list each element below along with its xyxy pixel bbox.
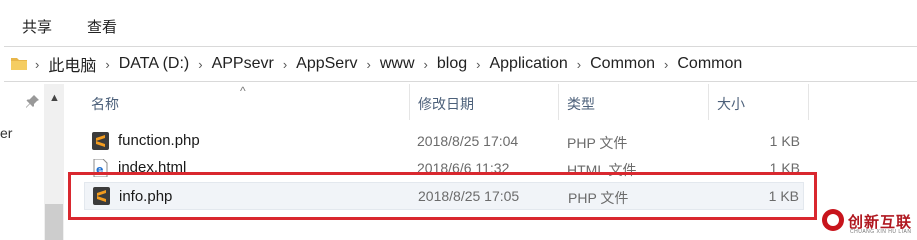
watermark-logo: 创新互联 CHUANG XIN HU LIAN — [820, 203, 917, 240]
file-type: PHP 文件 — [567, 135, 628, 151]
column-divider[interactable] — [708, 84, 709, 120]
watermark-subtext: CHUANG XIN HU LIAN — [850, 229, 912, 235]
breadcrumb-appserv[interactable]: AppServ — [296, 55, 357, 73]
scroll-up-icon[interactable]: ▲ — [49, 92, 60, 104]
nav-item-label[interactable]: er — [0, 125, 12, 141]
chevron-right-icon[interactable]: › — [283, 57, 287, 72]
nav-pane-scrollbar[interactable]: ▲ — [44, 84, 64, 240]
breadcrumb-blog[interactable]: blog — [437, 55, 467, 73]
ribbon: 共享 查看 — [0, 0, 917, 44]
file-name: function.php — [118, 132, 200, 149]
chevron-right-icon[interactable]: › — [35, 57, 39, 72]
address-bar[interactable]: › 此电脑 › DATA (D:) › APPsevr › AppServ › … — [4, 46, 917, 82]
breadcrumb-this-pc[interactable]: 此电脑 — [48, 52, 96, 76]
breadcrumb-www[interactable]: www — [380, 55, 415, 73]
chevron-right-icon[interactable]: › — [424, 57, 428, 72]
column-divider[interactable] — [808, 84, 809, 120]
pin-icon[interactable] — [26, 94, 40, 108]
tab-view[interactable]: 查看 — [87, 16, 117, 37]
breadcrumb-application[interactable]: Application — [489, 55, 567, 73]
file-row[interactable]: function.php 2018/8/25 17:04 PHP 文件 1 KB — [84, 128, 804, 154]
chevron-right-icon[interactable]: › — [577, 57, 581, 72]
column-header-name[interactable]: 名称 — [91, 94, 119, 114]
sort-up-icon: ^ — [240, 84, 246, 98]
breadcrumb-common-current[interactable]: Common — [677, 55, 742, 73]
chevron-right-icon[interactable]: › — [476, 57, 480, 72]
scrollbar-thumb[interactable] — [45, 204, 63, 240]
column-header-size[interactable]: 大小 — [717, 94, 745, 114]
breadcrumb: › 此电脑 › DATA (D:) › APPsevr › AppServ › … — [26, 47, 742, 81]
chevron-right-icon[interactable]: › — [664, 57, 668, 72]
chevron-right-icon[interactable]: › — [367, 57, 371, 72]
tab-share[interactable]: 共享 — [22, 16, 52, 37]
breadcrumb-common[interactable]: Common — [590, 55, 655, 73]
breadcrumb-appsevr[interactable]: APPsevr — [212, 55, 274, 73]
breadcrumb-data-drive[interactable]: DATA (D:) — [119, 55, 190, 73]
column-header-date[interactable]: 修改日期 — [418, 94, 474, 114]
chevron-right-icon[interactable]: › — [105, 57, 109, 72]
highlight-box — [68, 172, 817, 220]
logo-icon — [822, 209, 844, 231]
sublime-file-icon — [92, 132, 109, 150]
chevron-right-icon[interactable]: › — [198, 57, 202, 72]
file-size: 1 KB — [769, 133, 800, 149]
column-divider[interactable] — [558, 84, 559, 120]
column-header-row: ^ 名称 修改日期 类型 大小 — [64, 84, 824, 120]
column-divider[interactable] — [409, 84, 410, 120]
file-date: 2018/8/25 17:04 — [417, 133, 519, 149]
column-header-type[interactable]: 类型 — [567, 94, 595, 114]
